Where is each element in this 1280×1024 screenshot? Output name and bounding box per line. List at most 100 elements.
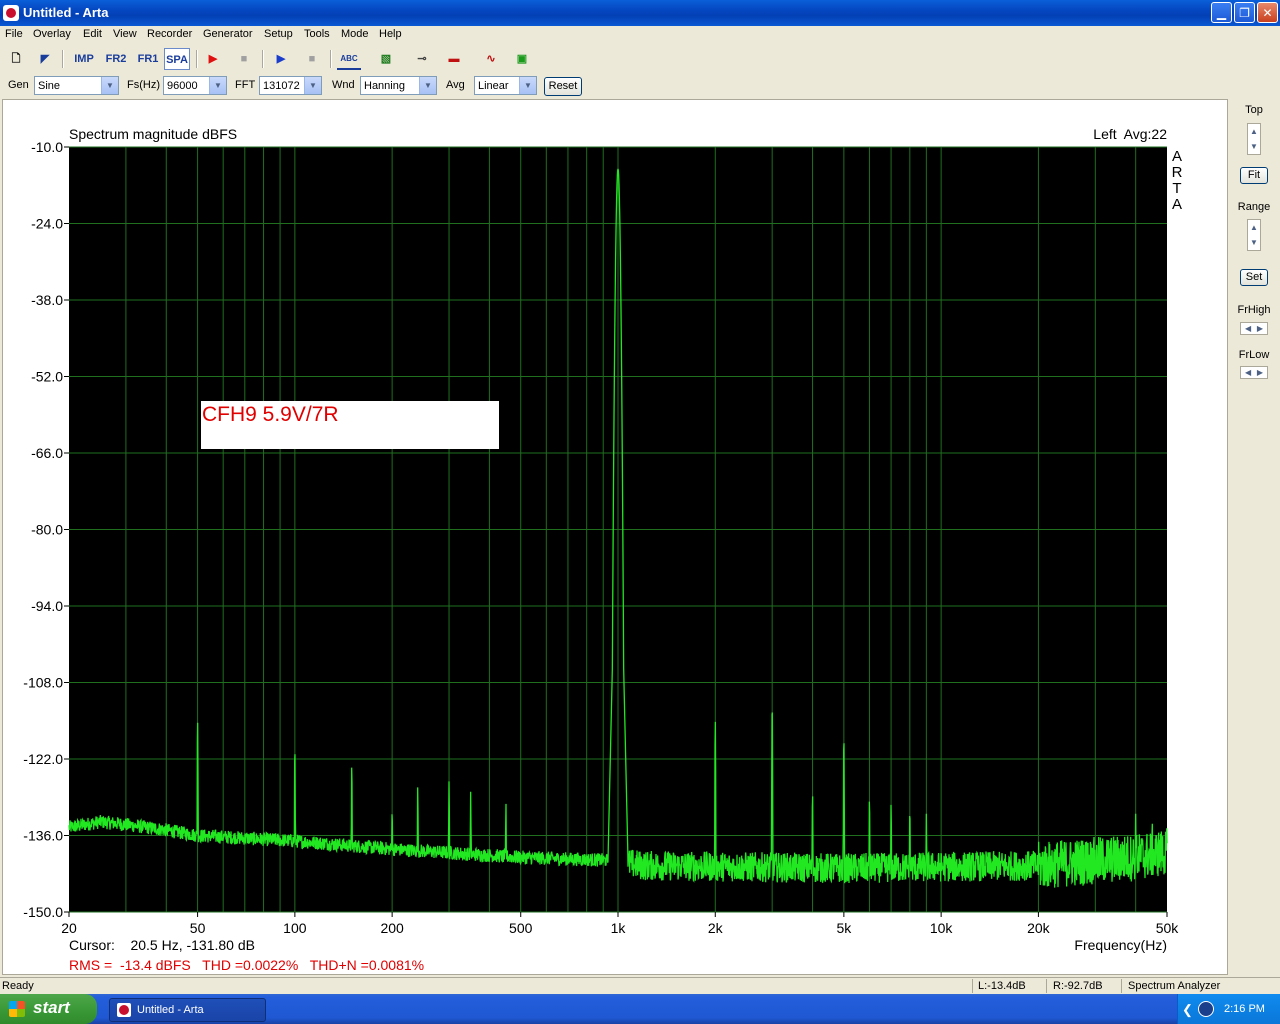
spa-mode-button[interactable]: SPA — [164, 48, 190, 70]
windows-logo-icon — [9, 1001, 25, 1017]
new-file-icon[interactable]: 🗋 — [5, 48, 27, 70]
start-button[interactable]: start — [0, 994, 97, 1024]
app-icon[interactable] — [3, 5, 19, 21]
fs-select[interactable]: 96000 ▼ — [163, 76, 227, 95]
x-tick-label: 200 — [380, 920, 404, 936]
arta-side-letter: A — [1172, 148, 1182, 165]
chevron-down-icon[interactable]: ▼ — [1248, 139, 1260, 154]
minimize-button[interactable]: ▁ — [1211, 2, 1232, 23]
chevron-down-icon: ▼ — [209, 77, 226, 94]
thd-readout: RMS = -13.4 dBFS THD =0.0022% THD+N =0.0… — [69, 957, 424, 973]
close-button[interactable]: ✕ — [1257, 2, 1278, 23]
frhigh-spinner[interactable]: ◀ ▶ — [1240, 322, 1268, 335]
chevron-down-icon[interactable]: ▼ — [1248, 235, 1260, 250]
reset-button[interactable]: Reset — [544, 77, 582, 96]
open-arrow-icon[interactable]: ◤ — [34, 48, 56, 70]
menu-view[interactable]: View — [113, 28, 137, 40]
fs-label: Fs(Hz) — [127, 79, 160, 91]
start-label: start — [33, 998, 70, 1017]
record-stop-icon[interactable]: ■ — [233, 48, 255, 70]
range-spinner[interactable]: ▲ ▼ — [1247, 219, 1261, 251]
wnd-label: Wnd — [332, 79, 355, 91]
fr2-mode-button[interactable]: FR2 — [102, 48, 130, 70]
arta-side-letter: A — [1172, 196, 1182, 213]
menu-help[interactable]: Help — [379, 28, 402, 40]
frlow-label: FrLow — [1238, 349, 1270, 361]
arta-side-letter: T — [1172, 180, 1181, 197]
fft-select[interactable]: 131072 ▼ — [259, 76, 322, 95]
cursor-readout: Cursor: 20.5 Hz, -131.80 dB — [69, 937, 255, 953]
oscilloscope-icon[interactable]: ∿ — [480, 48, 502, 70]
hatch-icon[interactable]: ▧ — [375, 48, 397, 70]
chart-title: Spectrum magnitude dBFS — [69, 126, 237, 142]
x-tick-label: 10k — [930, 920, 954, 936]
chevron-up-icon[interactable]: ▲ — [1248, 220, 1260, 235]
top-label: Top — [1245, 104, 1263, 116]
chevron-up-icon[interactable]: ▲ — [1248, 124, 1260, 139]
spectrum-chart[interactable]: -10.0 -24.0 -38.0 -52.0 -66.0 -80.0 -94.0 -108.… — [3, 100, 1227, 974]
gen-select[interactable]: Sine ▼ — [34, 76, 119, 95]
menu-bar: File Overlay Edit View Recorder Generato… — [0, 26, 1280, 44]
tray-app-icon[interactable] — [1198, 1001, 1214, 1017]
generator-stop-icon[interactable]: ■ — [301, 48, 323, 70]
toolbar-separator — [62, 50, 64, 68]
restore-button[interactable]: ❐ — [1234, 2, 1255, 23]
chevron-right-icon[interactable]: ▶ — [1257, 367, 1263, 378]
chevron-left-icon[interactable]: ◀ — [1245, 323, 1251, 334]
x-tick-label: 1k — [611, 920, 627, 936]
x-tick-label: 2k — [708, 920, 724, 936]
menu-overlay[interactable]: Overlay — [33, 28, 71, 40]
title-bar[interactable]: Untitled - Arta ▁ ❐ ✕ — [0, 0, 1280, 26]
range-label: Range — [1237, 201, 1271, 213]
x-tick-label: 100 — [283, 920, 307, 936]
taskbar-item-arta[interactable]: Untitled - Arta — [109, 998, 266, 1022]
chevron-left-icon[interactable]: ❮ — [1182, 1002, 1193, 1018]
taskbar-item-label: Untitled - Arta — [137, 1004, 204, 1016]
y-tick-label: -94.0 — [31, 598, 63, 614]
y-tick-label: -150.0 — [23, 904, 63, 920]
generator-play-icon[interactable]: ▶ — [270, 48, 292, 70]
status-separator — [1046, 979, 1047, 993]
status-left-level: L:-13.4dB — [978, 980, 1026, 992]
y-tick-label: -10.0 — [31, 139, 63, 155]
chevron-right-icon[interactable]: ▶ — [1257, 323, 1263, 334]
menu-edit[interactable]: Edit — [83, 28, 102, 40]
status-separator — [1121, 979, 1122, 993]
avg-select[interactable]: Linear ▼ — [474, 76, 537, 95]
menu-tools[interactable]: Tools — [304, 28, 330, 40]
x-tick-label: 5k — [836, 920, 852, 936]
y-tick-label: -66.0 — [31, 445, 63, 461]
menu-file[interactable]: File — [5, 28, 23, 40]
y-tick-label: -122.0 — [23, 751, 63, 767]
record-play-icon[interactable]: ▶ — [202, 48, 224, 70]
chevron-left-icon[interactable]: ◀ — [1245, 367, 1251, 378]
channel-avg-label: Left Avg:22 — [1093, 126, 1167, 142]
menu-mode[interactable]: Mode — [341, 28, 369, 40]
top-spinner[interactable]: ▲ ▼ — [1247, 123, 1261, 155]
frhigh-label: FrHigh — [1237, 304, 1271, 316]
status-bar: Ready L:-13.4dB R:-92.7dB Spectrum Analy… — [0, 977, 1280, 995]
set-button[interactable]: Set — [1240, 269, 1268, 286]
spectrum-chart-panel[interactable]: -10.0 -24.0 -38.0 -52.0 -66.0 -80.0 -94.0 -108.… — [2, 99, 1228, 975]
status-right-level: R:-92.7dB — [1053, 980, 1103, 992]
chevron-down-icon: ▼ — [101, 77, 118, 94]
spectrum-monitor-icon[interactable]: ▣ — [511, 48, 533, 70]
abc-icon[interactable]: ABC — [337, 48, 361, 70]
system-tray: ❮ 2:16 PM — [1177, 994, 1280, 1024]
menu-recorder[interactable]: Recorder — [147, 28, 192, 40]
menu-setup[interactable]: Setup — [264, 28, 293, 40]
wnd-select[interactable]: Hanning ▼ — [360, 76, 437, 95]
x-tick-label: 50k — [1156, 920, 1180, 936]
slider-icon[interactable]: ⊸ — [411, 48, 433, 70]
frlow-spinner[interactable]: ◀ ▶ — [1240, 366, 1268, 379]
y-tick-label: -24.0 — [31, 216, 63, 232]
chevron-down-icon: ▼ — [304, 77, 321, 94]
fr1-mode-button[interactable]: FR1 — [134, 48, 162, 70]
fit-button[interactable]: Fit — [1240, 167, 1268, 184]
x-tick-label: 50 — [190, 920, 206, 936]
menu-generator[interactable]: Generator — [203, 28, 253, 40]
imp-mode-button[interactable]: IMP — [70, 48, 98, 70]
level-meter-icon[interactable]: ▬ — [443, 48, 465, 70]
y-tick-label: -136.0 — [23, 828, 63, 844]
y-tick-label: -38.0 — [31, 292, 63, 308]
